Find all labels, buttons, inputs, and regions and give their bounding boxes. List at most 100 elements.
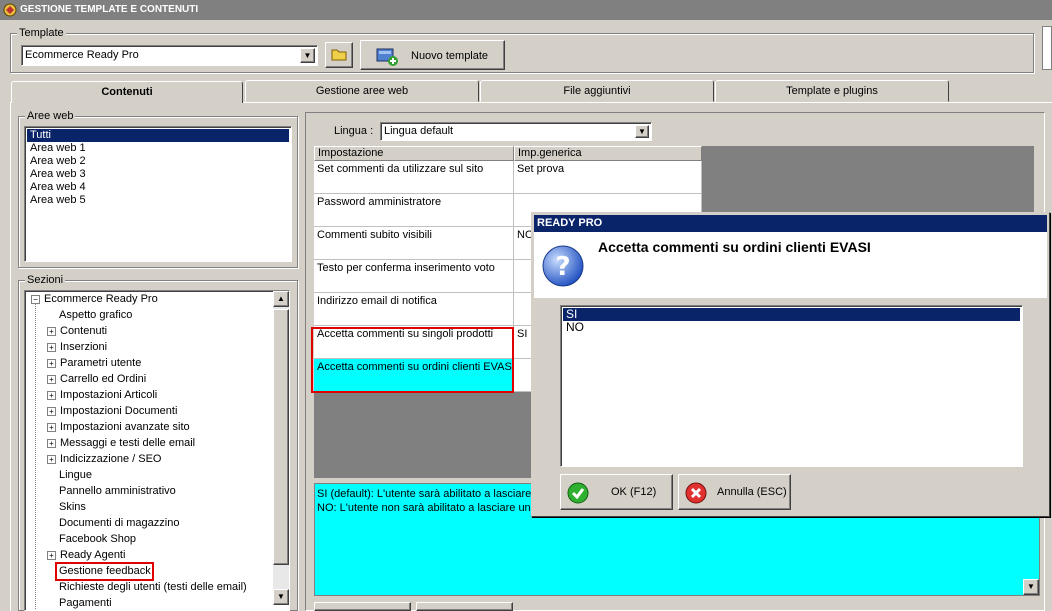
dialog-options-list[interactable]: SI NO xyxy=(560,305,1023,467)
aree-web-list[interactable]: Tutti Area web 1 Area web 2 Area web 3 A… xyxy=(24,126,292,262)
grid-cell-name[interactable]: Set commenti da utilizzare sul sito xyxy=(314,161,514,194)
tab-contenuti[interactable]: Contenuti xyxy=(11,81,243,103)
tree-item-label: Impostazioni avanzate sito xyxy=(60,421,190,433)
tree-item[interactable]: + Contenuti xyxy=(31,323,271,339)
cancel-button-label: Annulla (ESC) xyxy=(717,486,787,498)
option-no[interactable]: NO xyxy=(563,321,1020,334)
tree-root[interactable]: − Ecommerce Ready Pro xyxy=(31,291,271,307)
chevron-down-icon[interactable]: ▼ xyxy=(635,125,649,138)
tree-item[interactable]: + Impostazioni avanzate sito xyxy=(31,419,271,435)
expand-icon[interactable]: + xyxy=(47,358,56,368)
template-select[interactable]: Ecommerce Ready Pro ▼ xyxy=(21,45,318,66)
tree-item-label: Parametri utente xyxy=(60,357,142,369)
confirm-dialog: READY PRO ? Accetta commenti su ordini c… xyxy=(531,212,1050,517)
tree-item-label: Pagamenti xyxy=(59,597,112,609)
tree-scrollbar[interactable]: ▲ ▼ xyxy=(273,291,289,605)
new-template-label: Nuovo template xyxy=(411,50,489,62)
tab-file-aggiuntivi[interactable]: File aggiuntivi xyxy=(480,80,714,102)
tree-item-label: Ready Agenti xyxy=(60,549,126,561)
tree-item[interactable]: Aspetto grafico xyxy=(31,307,271,323)
lingua-label: Lingua : xyxy=(334,125,374,137)
tab-template-plugins[interactable]: Template e plugins xyxy=(715,80,949,102)
grid-cell-name[interactable]: Commenti subito visibili xyxy=(314,227,514,260)
question-icon: ? xyxy=(542,245,584,287)
check-icon xyxy=(567,482,589,504)
tree-item-label: Richieste degli utenti (testi delle emai… xyxy=(59,581,247,593)
expand-icon[interactable]: + xyxy=(47,374,56,384)
list-item[interactable]: Area web 2 xyxy=(27,155,289,168)
tree-item[interactable]: Richieste degli utenti (testi delle emai… xyxy=(31,579,271,595)
folder-icon xyxy=(331,49,347,61)
tree-item-label: Impostazioni Documenti xyxy=(60,405,178,417)
ok-button[interactable]: OK (F12) xyxy=(560,474,673,510)
aree-web-label: Aree web xyxy=(25,110,76,122)
scroll-down-icon[interactable]: ▼ xyxy=(1023,579,1039,595)
lingua-select-value: Lingua default xyxy=(384,125,454,137)
tree-item[interactable]: + Impostazioni Articoli xyxy=(31,387,271,403)
window-title: GESTIONE TEMPLATE E CONTENUTI xyxy=(20,4,199,15)
scroll-thumb[interactable] xyxy=(273,309,289,565)
template-select-value: Ecommerce Ready Pro xyxy=(25,49,139,61)
tree-item[interactable]: + Carrello ed Ordini xyxy=(31,371,271,387)
chevron-down-icon[interactable]: ▼ xyxy=(300,48,315,63)
list-item[interactable]: Area web 1 xyxy=(27,142,289,155)
scroll-down-icon[interactable]: ▼ xyxy=(273,589,289,605)
new-template-button[interactable]: Nuovo template xyxy=(360,40,505,70)
tree-item[interactable]: Pagamenti xyxy=(31,595,271,610)
tree-item[interactable]: Documenti di magazzino xyxy=(31,515,271,531)
open-folder-button[interactable] xyxy=(325,42,353,68)
tree-item[interactable]: + Inserzioni xyxy=(31,339,271,355)
cancel-icon xyxy=(685,482,707,504)
grid-cell-value[interactable]: Set prova xyxy=(514,161,702,194)
list-item[interactable]: Area web 3 xyxy=(27,168,289,181)
tree-item[interactable]: Lingue xyxy=(31,467,271,483)
expand-icon[interactable]: + xyxy=(47,342,56,352)
grid-cell-name[interactable]: Password amministratore xyxy=(314,194,514,227)
expand-icon[interactable]: + xyxy=(47,406,56,416)
dialog-header: ? Accetta commenti su ordini clienti EVA… xyxy=(534,232,1047,298)
option-si[interactable]: SI xyxy=(563,308,1020,321)
tree-item[interactable]: Facebook Shop xyxy=(31,531,271,547)
dialog-title-bar: READY PRO xyxy=(534,215,1047,232)
tree-item-label: Carrello ed Ordini xyxy=(60,373,147,385)
sezioni-label: Sezioni xyxy=(25,274,66,286)
tree-item[interactable]: + Messaggi e testi delle email xyxy=(31,435,271,451)
lingua-select[interactable]: Lingua default ▼ xyxy=(380,122,652,141)
tree-item[interactable]: Pannello amministrativo xyxy=(31,483,271,499)
tree-item-label: Aspetto grafico xyxy=(59,309,133,321)
bottom-button-1[interactable] xyxy=(314,602,411,611)
list-item[interactable]: Tutti xyxy=(27,129,289,142)
grid-header-impostazione[interactable]: Impostazione xyxy=(314,146,514,161)
expand-icon[interactable]: + xyxy=(47,550,56,560)
grid-cell-name[interactable]: Testo per conferma inserimento voto xyxy=(314,260,514,293)
expand-icon[interactable]: + xyxy=(47,454,56,464)
scroll-up-icon[interactable]: ▲ xyxy=(273,291,289,307)
window-title-bar: GESTIONE TEMPLATE E CONTENUTI xyxy=(0,0,1052,20)
expand-icon[interactable]: + xyxy=(47,422,56,432)
expand-icon[interactable]: + xyxy=(47,390,56,400)
tree-item[interactable]: + Impostazioni Documenti xyxy=(31,403,271,419)
expand-icon[interactable]: + xyxy=(47,438,56,448)
tree-item[interactable]: + Ready Agenti xyxy=(31,547,271,563)
tab-gestione-aree-web[interactable]: Gestione aree web xyxy=(245,80,479,102)
list-item[interactable]: Area web 5 xyxy=(27,194,289,207)
tree-item[interactable]: Skins xyxy=(31,499,271,515)
tree-item-label: Contenuti xyxy=(60,325,108,337)
tree-item[interactable]: + Indicizzazione / SEO xyxy=(31,451,271,467)
tree-item-label: Facebook Shop xyxy=(59,533,137,545)
tree-root-label: Ecommerce Ready Pro xyxy=(44,293,158,305)
tree-item-label: Messaggi e testi delle email xyxy=(60,437,196,449)
tree-item-label: Skins xyxy=(59,501,86,513)
cancel-button[interactable]: Annulla (ESC) xyxy=(678,474,791,510)
tree-line xyxy=(35,303,36,610)
list-item[interactable]: Area web 4 xyxy=(27,181,289,194)
grid-header-imp-generica[interactable]: Imp.generica xyxy=(514,146,702,161)
grid-cell-name[interactable]: Indirizzo email di notifica xyxy=(314,293,514,326)
highlight-rows xyxy=(311,327,514,393)
expand-icon[interactable]: + xyxy=(47,326,56,336)
tree-item[interactable]: + Parametri utente xyxy=(31,355,271,371)
bottom-button-2[interactable] xyxy=(416,602,513,611)
new-template-icon xyxy=(376,48,398,66)
tree-item-label: Impostazioni Articoli xyxy=(60,389,158,401)
tree-item-label: Documenti di magazzino xyxy=(59,517,180,529)
